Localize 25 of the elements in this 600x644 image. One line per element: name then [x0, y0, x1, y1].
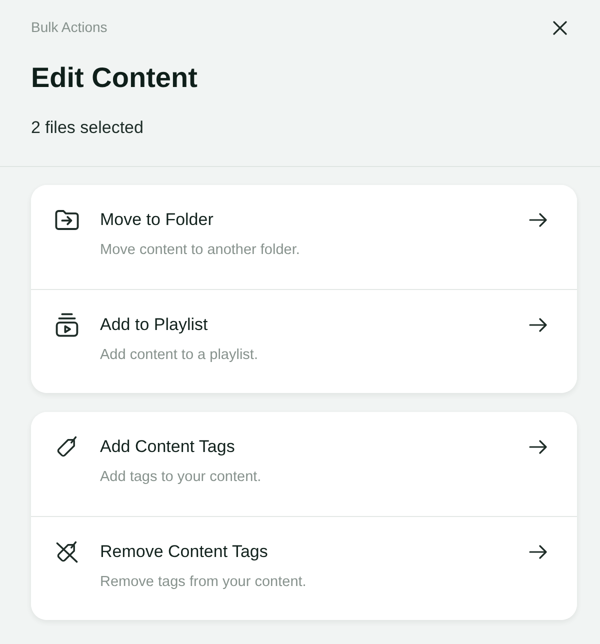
- close-icon: [553, 21, 567, 35]
- arrow-right-icon: [529, 545, 547, 559]
- action-title: Move to Folder: [100, 209, 214, 231]
- action-item[interactable]: Add to Playlist Add content to a playlist.: [31, 289, 577, 393]
- selection-count: 2 files selected: [31, 117, 144, 139]
- action-item[interactable]: Add Content Tags Add tags to your content.: [31, 412, 577, 516]
- arrow-right-icon: [529, 440, 547, 454]
- action-description: Move content to another folder.: [100, 241, 300, 260]
- action-description: Remove tags from your content.: [100, 573, 306, 592]
- arrow-right-icon: [529, 213, 547, 227]
- arrow-right-icon: [529, 318, 547, 332]
- action-description: Add content to a playlist.: [100, 346, 258, 365]
- page-title: Edit Content: [31, 61, 198, 95]
- action-item[interactable]: Move to Folder Move content to another folder.: [31, 185, 577, 289]
- action-description: Add tags to your content.: [100, 468, 262, 487]
- close-button[interactable]: [551, 19, 569, 37]
- tag-icon: [55, 435, 79, 459]
- action-title: Add Content Tags: [100, 436, 235, 458]
- overline-text: Bulk Actions: [31, 18, 108, 37]
- tag-off-icon: [55, 540, 79, 564]
- playlist-icon: [55, 313, 79, 337]
- folder-arrow-icon: [55, 208, 79, 232]
- action-title: Remove Content Tags: [100, 541, 268, 563]
- action-title: Add to Playlist: [100, 314, 208, 336]
- action-item[interactable]: Remove Content Tags Remove tags from your content.: [31, 516, 577, 620]
